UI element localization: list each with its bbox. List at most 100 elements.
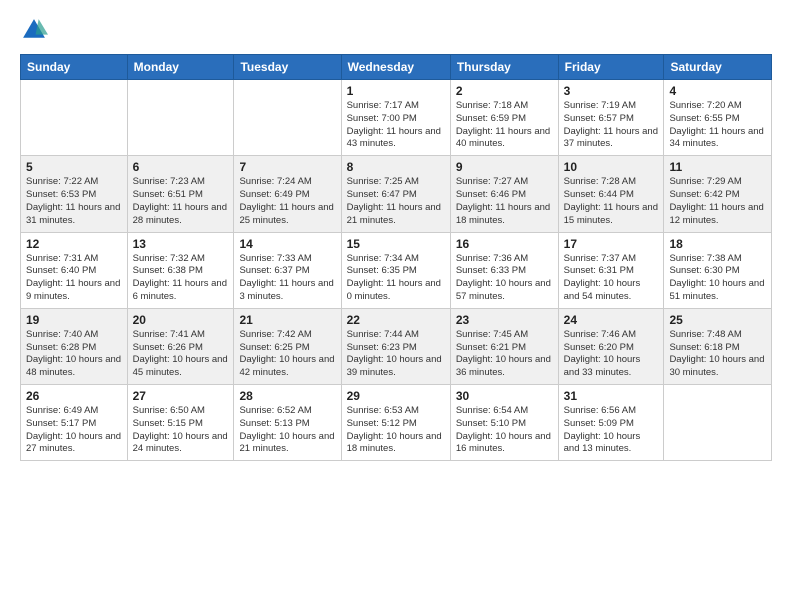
day-info: Sunrise: 7:45 AM Sunset: 6:21 PM Dayligh… — [456, 329, 553, 380]
logo-icon — [20, 16, 48, 44]
day-number: 14 — [239, 237, 335, 251]
day-number: 20 — [133, 313, 229, 327]
calendar: SundayMondayTuesdayWednesdayThursdayFrid… — [20, 54, 772, 461]
day-number: 16 — [456, 237, 553, 251]
day-number: 2 — [456, 84, 553, 98]
day-cell: 21Sunrise: 7:42 AM Sunset: 6:25 PM Dayli… — [234, 308, 341, 384]
day-info: Sunrise: 7:18 AM Sunset: 6:59 PM Dayligh… — [456, 100, 553, 151]
day-number: 23 — [456, 313, 553, 327]
day-info: Sunrise: 7:46 AM Sunset: 6:20 PM Dayligh… — [564, 329, 659, 380]
day-info: Sunrise: 7:27 AM Sunset: 6:46 PM Dayligh… — [456, 176, 553, 227]
week-row-2: 5 Sunrise: 7:22 AM Sunset: 6:53 PM Daylig… — [21, 156, 772, 232]
column-header-monday: Monday — [127, 55, 234, 80]
day-info: Sunrise: 7:48 AM Sunset: 6:18 PM Dayligh… — [669, 329, 766, 380]
day-info: Sunrise: 6:49 AM Sunset: 5:17 PM Dayligh… — [26, 405, 122, 456]
day-cell: 17 Sunrise: 7:37 AM Sunset: 6:31 PM Dayli… — [558, 232, 664, 308]
day-info: Sunrise: 7:33 AM Sunset: 6:37 PM Dayligh… — [239, 253, 335, 304]
column-header-saturday: Saturday — [664, 55, 772, 80]
day-cell: 3Sunrise: 7:19 AM Sunset: 6:57 PM Daylig… — [558, 80, 664, 156]
day-info: Sunrise: 7:44 AM Sunset: 6:23 PM Dayligh… — [347, 329, 445, 380]
header — [20, 16, 772, 44]
day-number: 10 — [564, 160, 659, 174]
day-info: Sunrise: 6:56 AM Sunset: 5:09 PM Dayligh… — [564, 405, 659, 456]
day-info: Sunrise: 7:22 AM Sunset: 6:53 PM Dayligh… — [26, 176, 122, 227]
day-cell: 11Sunrise: 7:29 AM Sunset: 6:42 PM Dayli… — [664, 156, 772, 232]
week-row-4: 19 Sunrise: 7:40 AM Sunset: 6:28 PM Dayli… — [21, 308, 772, 384]
day-cell: 10 Sunrise: 7:28 AM Sunset: 6:44 PM Dayli… — [558, 156, 664, 232]
day-number: 18 — [669, 237, 766, 251]
logo — [20, 16, 52, 44]
day-number: 12 — [26, 237, 122, 251]
day-cell: 2 Sunrise: 7:18 AM Sunset: 6:59 PM Daylig… — [450, 80, 558, 156]
day-info: Sunrise: 7:28 AM Sunset: 6:44 PM Dayligh… — [564, 176, 659, 227]
day-cell: 6 Sunrise: 7:23 AM Sunset: 6:51 PM Daylig… — [127, 156, 234, 232]
column-header-thursday: Thursday — [450, 55, 558, 80]
day-number: 31 — [564, 389, 659, 403]
header-row: SundayMondayTuesdayWednesdayThursdayFrid… — [21, 55, 772, 80]
day-info: Sunrise: 7:17 AM Sunset: 7:00 PM Dayligh… — [347, 100, 445, 151]
day-number: 1 — [347, 84, 445, 98]
day-cell: 30Sunrise: 6:54 AM Sunset: 5:10 PM Dayli… — [450, 385, 558, 461]
column-header-friday: Friday — [558, 55, 664, 80]
day-number: 27 — [133, 389, 229, 403]
day-cell — [21, 80, 128, 156]
column-header-tuesday: Tuesday — [234, 55, 341, 80]
day-info: Sunrise: 6:52 AM Sunset: 5:13 PM Dayligh… — [239, 405, 335, 456]
day-cell: 9 Sunrise: 7:27 AM Sunset: 6:46 PM Daylig… — [450, 156, 558, 232]
day-cell: 20 Sunrise: 7:41 AM Sunset: 6:26 PM Dayli… — [127, 308, 234, 384]
day-cell: 1 Sunrise: 7:17 AM Sunset: 7:00 PM Daylig… — [341, 80, 450, 156]
day-info: Sunrise: 7:37 AM Sunset: 6:31 PM Dayligh… — [564, 253, 659, 304]
day-info: Sunrise: 7:24 AM Sunset: 6:49 PM Dayligh… — [239, 176, 335, 227]
day-cell: 29Sunrise: 6:53 AM Sunset: 5:12 PM Dayli… — [341, 385, 450, 461]
day-info: Sunrise: 7:36 AM Sunset: 6:33 PM Dayligh… — [456, 253, 553, 304]
day-number: 9 — [456, 160, 553, 174]
day-cell: 27 Sunrise: 6:50 AM Sunset: 5:15 PM Dayli… — [127, 385, 234, 461]
day-cell: 12 Sunrise: 7:31 AM Sunset: 6:40 PM Dayli… — [21, 232, 128, 308]
day-info: Sunrise: 7:38 AM Sunset: 6:30 PM Dayligh… — [669, 253, 766, 304]
day-number: 8 — [347, 160, 445, 174]
day-number: 29 — [347, 389, 445, 403]
day-cell: 24 Sunrise: 7:46 AM Sunset: 6:20 PM Dayli… — [558, 308, 664, 384]
page: SundayMondayTuesdayWednesdayThursdayFrid… — [0, 0, 792, 612]
day-cell: 14 Sunrise: 7:33 AM Sunset: 6:37 PM Dayli… — [234, 232, 341, 308]
day-cell: 7 Sunrise: 7:24 AM Sunset: 6:49 PM Daylig… — [234, 156, 341, 232]
day-number: 5 — [26, 160, 122, 174]
day-info: Sunrise: 6:50 AM Sunset: 5:15 PM Dayligh… — [133, 405, 229, 456]
day-info: Sunrise: 7:41 AM Sunset: 6:26 PM Dayligh… — [133, 329, 229, 380]
day-number: 15 — [347, 237, 445, 251]
week-row-1: 1 Sunrise: 7:17 AM Sunset: 7:00 PM Daylig… — [21, 80, 772, 156]
day-number: 24 — [564, 313, 659, 327]
day-number: 28 — [239, 389, 335, 403]
column-header-wednesday: Wednesday — [341, 55, 450, 80]
day-info: Sunrise: 7:31 AM Sunset: 6:40 PM Dayligh… — [26, 253, 122, 304]
day-cell: 4 Sunrise: 7:20 AM Sunset: 6:55 PM Daylig… — [664, 80, 772, 156]
day-info: Sunrise: 7:34 AM Sunset: 6:35 PM Dayligh… — [347, 253, 445, 304]
day-cell: 25Sunrise: 7:48 AM Sunset: 6:18 PM Dayli… — [664, 308, 772, 384]
day-cell: 8 Sunrise: 7:25 AM Sunset: 6:47 PM Daylig… — [341, 156, 450, 232]
day-cell: 18 Sunrise: 7:38 AM Sunset: 6:30 PM Dayli… — [664, 232, 772, 308]
day-cell: 13 Sunrise: 7:32 AM Sunset: 6:38 PM Dayli… — [127, 232, 234, 308]
day-number: 6 — [133, 160, 229, 174]
day-cell: 19 Sunrise: 7:40 AM Sunset: 6:28 PM Dayli… — [21, 308, 128, 384]
day-cell: 28 Sunrise: 6:52 AM Sunset: 5:13 PM Dayli… — [234, 385, 341, 461]
week-row-3: 12 Sunrise: 7:31 AM Sunset: 6:40 PM Dayli… — [21, 232, 772, 308]
day-cell — [234, 80, 341, 156]
day-info: Sunrise: 7:20 AM Sunset: 6:55 PM Dayligh… — [669, 100, 766, 151]
day-number: 4 — [669, 84, 766, 98]
day-info: Sunrise: 7:23 AM Sunset: 6:51 PM Dayligh… — [133, 176, 229, 227]
day-info: Sunrise: 7:42 AM Sunset: 6:25 PM Dayligh… — [239, 329, 335, 380]
day-number: 26 — [26, 389, 122, 403]
day-number: 7 — [239, 160, 335, 174]
day-info: Sunrise: 7:40 AM Sunset: 6:28 PM Dayligh… — [26, 329, 122, 380]
column-header-sunday: Sunday — [21, 55, 128, 80]
day-cell: 23 Sunrise: 7:45 AM Sunset: 6:21 PM Dayli… — [450, 308, 558, 384]
day-cell: 31 Sunrise: 6:56 AM Sunset: 5:09 PM Dayli… — [558, 385, 664, 461]
day-info: Sunrise: 7:32 AM Sunset: 6:38 PM Dayligh… — [133, 253, 229, 304]
day-cell — [664, 385, 772, 461]
day-number: 19 — [26, 313, 122, 327]
day-info: Sunrise: 7:25 AM Sunset: 6:47 PM Dayligh… — [347, 176, 445, 227]
day-number: 17 — [564, 237, 659, 251]
day-info: Sunrise: 6:54 AM Sunset: 5:10 PM Dayligh… — [456, 405, 553, 456]
day-number: 13 — [133, 237, 229, 251]
day-number: 22 — [347, 313, 445, 327]
